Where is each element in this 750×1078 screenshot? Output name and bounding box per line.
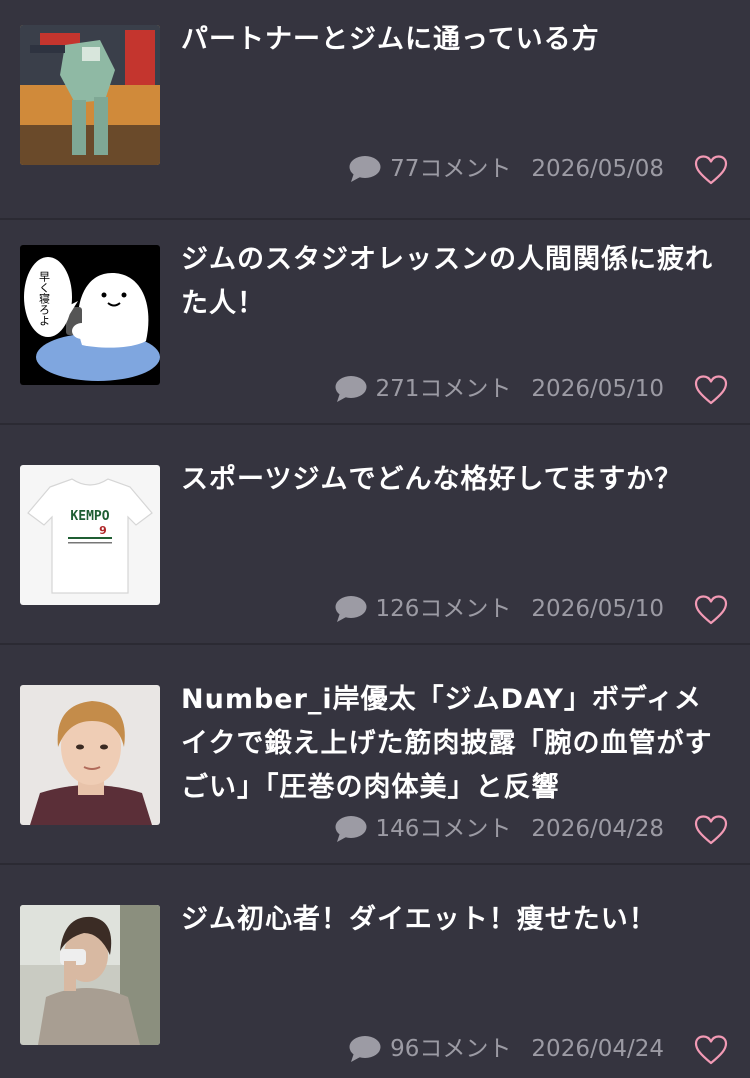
speech-bubble-icon xyxy=(335,596,367,622)
like-button[interactable] xyxy=(694,814,728,846)
tshirt-number: 9 xyxy=(99,524,107,537)
comment-count: 77コメント xyxy=(390,156,512,182)
post-date: 2026/05/10 xyxy=(531,376,664,402)
post-feed: パートナーとジムに通っている方 77コメント 2026/05/08 早く寝ろよ … xyxy=(0,0,750,1078)
post-thumbnail-tshirt[interactable]: KEMPO 9 xyxy=(20,465,160,605)
post-meta: 126コメント 2026/05/10 xyxy=(334,594,664,624)
post-item[interactable]: ジム初心者！ダイエット！痩せたい！ 96コメント 2026/04/24 xyxy=(0,865,750,1078)
post-item[interactable]: Number_i岸優太「ジムDAY」ボディメイクで鍛え上げた筋肉披露「腕の血管が… xyxy=(0,645,750,865)
post-meta: 77コメント 2026/05/08 xyxy=(348,154,664,184)
post-item[interactable]: パートナーとジムに通っている方 77コメント 2026/05/08 xyxy=(0,0,750,220)
heart-outline-icon xyxy=(694,815,728,845)
tshirt-image: KEMPO 9 xyxy=(20,465,160,605)
comment-count: 271コメント xyxy=(375,376,512,402)
post-thumbnail-woman[interactable] xyxy=(20,905,160,1045)
like-button[interactable] xyxy=(694,154,728,186)
comment-count: 146コメント xyxy=(375,816,512,842)
speech-bubble-icon xyxy=(349,156,381,182)
post-item[interactable]: KEMPO 9 スポーツジムでどんな格好してますか？ 126コメント 2026/… xyxy=(0,425,750,645)
post-item[interactable]: 早く寝ろよ ジムのスタジオレッスンの人間関係に疲れた人！ 271コメント 202… xyxy=(0,205,750,425)
post-title[interactable]: スポーツジムでどんな格好してますか？ xyxy=(181,458,728,502)
comment-count: 96コメント xyxy=(390,1036,512,1062)
comment-count: 126コメント xyxy=(375,596,512,622)
post-title[interactable]: Number_i岸優太「ジムDAY」ボディメイクで鍛え上げた筋肉披露「腕の血管が… xyxy=(181,678,728,810)
post-thumbnail-portrait[interactable] xyxy=(20,685,160,825)
mecha-robot-image xyxy=(20,25,160,165)
like-button[interactable] xyxy=(694,1034,728,1066)
heart-outline-icon xyxy=(694,595,728,625)
heart-outline-icon xyxy=(694,155,728,185)
speech-text: 早く寝ろよ xyxy=(38,271,51,326)
post-meta: 146コメント 2026/04/28 xyxy=(334,814,664,844)
heart-outline-icon xyxy=(694,1035,728,1065)
post-title[interactable]: ジムのスタジオレッスンの人間関係に疲れた人！ xyxy=(181,238,728,326)
woman-photo-image xyxy=(20,905,160,1045)
speech-bubble-icon xyxy=(335,376,367,402)
post-date: 2026/05/10 xyxy=(531,596,664,622)
post-thumbnail-robot[interactable] xyxy=(20,25,160,165)
post-date: 2026/05/08 xyxy=(531,156,664,182)
speech-bubble-icon xyxy=(349,1036,381,1062)
like-button[interactable] xyxy=(694,374,728,406)
post-date: 2026/04/24 xyxy=(531,1036,664,1062)
tshirt-text: KEMPO xyxy=(70,509,109,524)
heart-outline-icon xyxy=(694,375,728,405)
post-title[interactable]: ジム初心者！ダイエット！痩せたい！ xyxy=(181,898,728,942)
post-meta: 271コメント 2026/05/10 xyxy=(334,374,664,404)
speech-bubble-icon xyxy=(335,816,367,842)
post-date: 2026/04/28 xyxy=(531,816,664,842)
person-portrait-image xyxy=(20,685,160,825)
post-thumbnail-cartoon[interactable]: 早く寝ろよ xyxy=(20,245,160,385)
post-meta: 96コメント 2026/04/24 xyxy=(348,1034,664,1064)
cartoon-ghost-image: 早く寝ろよ xyxy=(20,245,160,385)
post-title[interactable]: パートナーとジムに通っている方 xyxy=(181,18,728,62)
like-button[interactable] xyxy=(694,594,728,626)
